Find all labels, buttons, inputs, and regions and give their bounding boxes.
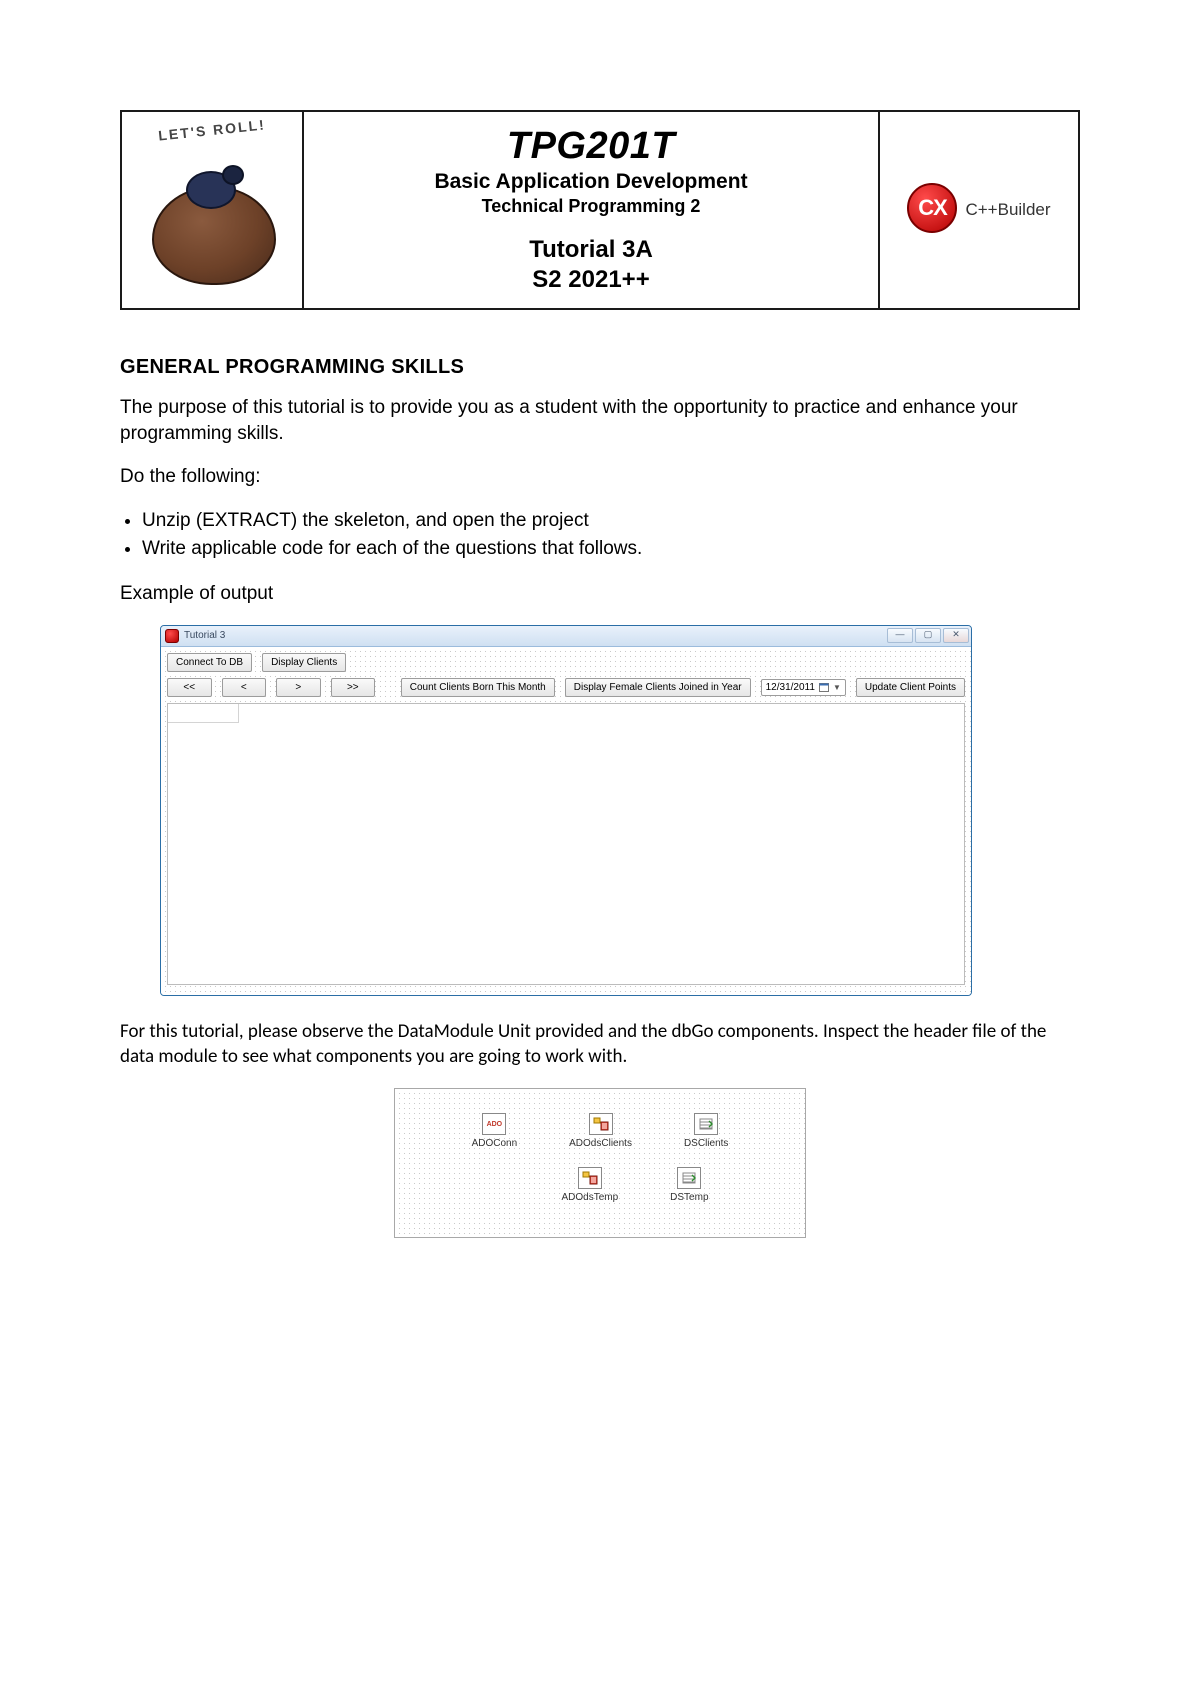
titlebar: Tutorial 3 — ▢ ✕ [161, 626, 971, 647]
course-subtitle-2: Technical Programming 2 [482, 196, 701, 217]
datasource-temp-component: DSTemp [670, 1167, 708, 1203]
ado-dataset-clients-component: ADOdsClients [569, 1113, 632, 1149]
task-list: Unzip (EXTRACT) the skeleton, and open t… [142, 508, 1080, 561]
form-designer-surface: Connect To DB Display Clients << < > >> … [161, 647, 971, 995]
dung-beetle-illustration [142, 153, 282, 293]
nav-last-button[interactable]: >> [331, 678, 376, 697]
nav-next-button[interactable]: > [276, 678, 321, 697]
ado-connection-component: ADO ADOConn [472, 1113, 518, 1149]
tutorial-term: S2 2021++ [529, 265, 653, 295]
datasource-clients-component: DSClients [684, 1113, 728, 1149]
update-client-points-button[interactable]: Update Client Points [856, 678, 965, 697]
section-heading: GENERAL PROGRAMMING SKILLS [120, 354, 1080, 381]
example-output-label: Example of output [120, 581, 1080, 607]
component-label: ADOdsTemp [561, 1192, 618, 1203]
ado-icon: ADO [487, 1121, 503, 1128]
calendar-icon [819, 682, 829, 692]
minimize-button[interactable]: — [887, 628, 913, 643]
window-title: Tutorial 3 [184, 630, 887, 641]
dataset-icon [578, 1167, 602, 1189]
followup-paragraph: For this tutorial, please observe the Da… [120, 1020, 1080, 1069]
do-the-following-label: Do the following: [120, 464, 1080, 490]
display-female-joined-button[interactable]: Display Female Clients Joined in Year [565, 678, 751, 697]
connect-to-db-button[interactable]: Connect To DB [167, 653, 252, 672]
data-grid[interactable] [167, 703, 965, 985]
component-label: DSTemp [670, 1192, 708, 1203]
app-icon [165, 629, 179, 643]
cx-badge-icon: CX [907, 183, 957, 233]
display-clients-button[interactable]: Display Clients [262, 653, 346, 672]
component-label: ADOdsClients [569, 1138, 632, 1149]
lets-roll-text: LET'S ROLL! [130, 113, 295, 146]
ado-dataset-temp-component: ADOdsTemp [561, 1167, 618, 1203]
date-picker-value: 12/31/2011 [766, 682, 815, 693]
close-button[interactable]: ✕ [943, 628, 969, 643]
count-born-this-month-button[interactable]: Count Clients Born This Month [401, 678, 555, 697]
course-code: TPG201T [507, 125, 675, 168]
nav-first-button[interactable]: << [167, 678, 212, 697]
component-label: DSClients [684, 1138, 728, 1149]
maximize-button[interactable]: ▢ [915, 628, 941, 643]
ide-brand-cell: CX C++Builder [878, 112, 1078, 308]
dataset-icon [589, 1113, 613, 1135]
course-title-cell: TPG201T Basic Application Development Te… [302, 112, 878, 308]
tutorial-name: Tutorial 3A [529, 235, 653, 265]
component-label: ADOConn [472, 1138, 518, 1149]
datasource-icon [677, 1167, 701, 1189]
app-window: Tutorial 3 — ▢ ✕ Connect To DB Display C… [160, 625, 972, 996]
datasource-icon [694, 1113, 718, 1135]
ide-label: C++Builder [965, 200, 1050, 220]
document-header: LET'S ROLL! TPG201T Basic Application De… [120, 110, 1080, 310]
nav-prev-button[interactable]: < [222, 678, 267, 697]
task-list-item: Write applicable code for each of the qu… [142, 536, 1080, 562]
lets-roll-logo-cell: LET'S ROLL! [122, 112, 302, 308]
course-subtitle-1: Basic Application Development [434, 170, 747, 194]
intro-paragraph: The purpose of this tutorial is to provi… [120, 395, 1080, 446]
data-module-screenshot: ADO ADOConn ADOdsClients DSClients [394, 1088, 806, 1238]
date-picker[interactable]: 12/31/2011 ▼ [761, 679, 846, 696]
chevron-down-icon: ▼ [833, 683, 841, 692]
task-list-item: Unzip (EXTRACT) the skeleton, and open t… [142, 508, 1080, 534]
